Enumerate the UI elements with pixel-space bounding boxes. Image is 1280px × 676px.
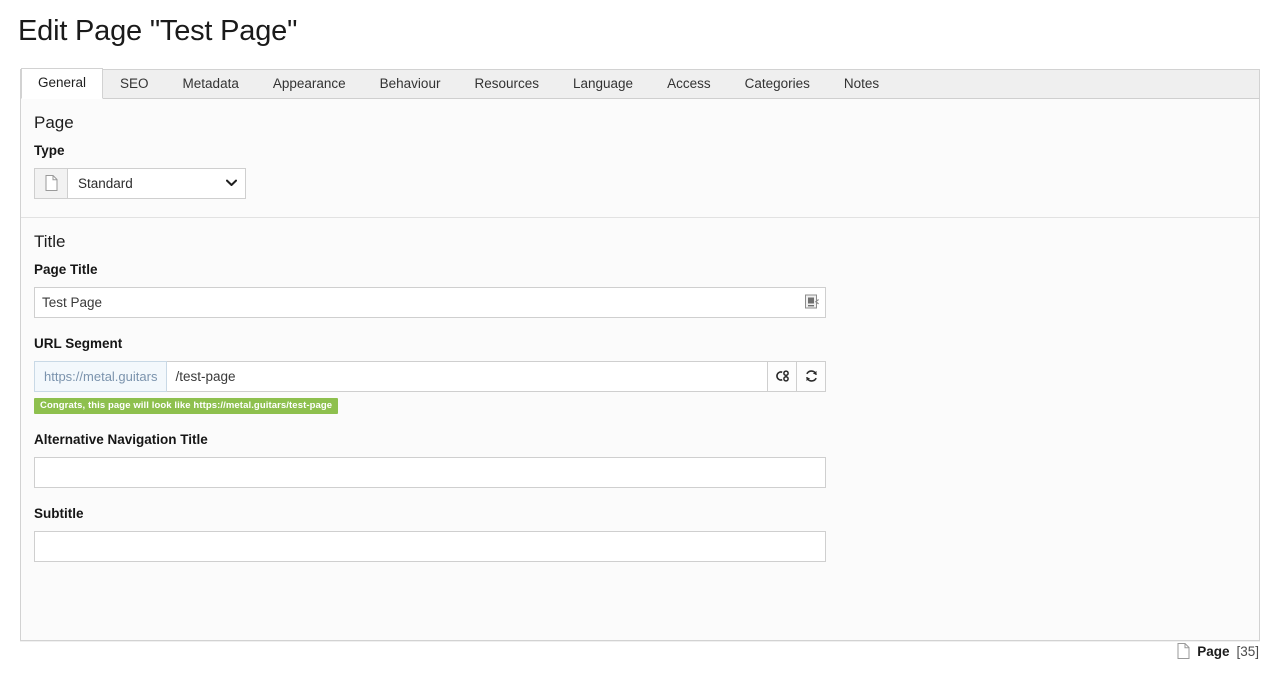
tab-appearance[interactable]: Appearance (256, 69, 363, 99)
chevron-down-icon (226, 179, 237, 187)
url-hint-badge: Congrats, this page will look like https… (34, 397, 339, 414)
tab-bar: General SEO Metadata Appearance Behaviou… (20, 67, 1260, 99)
page-title-label: Page Title (34, 261, 98, 277)
type-select-body[interactable]: Standard (68, 169, 245, 198)
general-tab-panel: Page Type Standard Title Page Title Test… (20, 98, 1260, 641)
page-title-input-wrap (34, 286, 826, 318)
footer-status: Page [35] (1177, 643, 1259, 659)
tab-resources[interactable]: Resources (457, 69, 556, 99)
tab-notes[interactable]: Notes (827, 69, 896, 99)
type-select[interactable]: Standard (34, 167, 246, 199)
page-icon (1177, 643, 1190, 659)
tab-behaviour-label: Behaviour (379, 75, 441, 91)
url-segment-row: https://metal.guitars (34, 360, 826, 392)
page-section-title: Page (34, 112, 74, 132)
tab-seo-label: SEO (120, 75, 149, 91)
tab-appearance-label: Appearance (272, 75, 346, 91)
tab-language-label: Language (572, 75, 634, 91)
url-prefix: https://metal.guitars (34, 360, 168, 392)
tab-metadata-label: Metadata (182, 75, 239, 91)
tab-categories[interactable]: Categories (728, 69, 827, 99)
field-url-segment: URL Segment https://metal.guitars /test-… (34, 336, 1246, 414)
tab-notes-label: Notes (843, 75, 880, 91)
tab-resources-label: Resources (474, 75, 539, 91)
tab-general-label: General (38, 74, 87, 90)
type-label: Type (34, 142, 65, 158)
field-alt-nav-title: Alternative Navigation Title (34, 432, 1246, 488)
field-type: Type Standard (34, 143, 1246, 199)
tab-behaviour[interactable]: Behaviour (363, 69, 458, 99)
page-title: Edit Page "Test Page" (18, 15, 298, 47)
url-segment-input[interactable] (167, 360, 768, 392)
alt-nav-title-input[interactable] (34, 456, 826, 488)
tab-access[interactable]: Access (650, 69, 728, 99)
title-section: Title Page Title URL Segment https://met… (21, 216, 1259, 580)
alt-nav-title-label: Alternative Navigation Title (34, 431, 208, 447)
tab-general[interactable]: General (21, 67, 104, 99)
tab-language[interactable]: Language (556, 69, 650, 99)
tab-access-label: Access (667, 75, 711, 91)
type-select-value: Standard (78, 175, 133, 191)
link-preview-icon[interactable] (768, 360, 797, 392)
tab-categories-label: Categories (744, 75, 810, 91)
page-section: Page Type Standard (21, 99, 1259, 217)
field-subtitle: Subtitle (34, 506, 1246, 562)
footer-id: [35] (1236, 643, 1259, 659)
subtitle-input[interactable] (34, 530, 826, 562)
url-segment-label: URL Segment (34, 335, 123, 351)
page-title-input[interactable] (34, 286, 826, 318)
subtitle-input-wrap (34, 530, 826, 562)
field-page-title: Page Title (34, 262, 1246, 318)
subtitle-label: Subtitle (34, 505, 84, 521)
alt-nav-title-input-wrap (34, 456, 826, 488)
page-icon (35, 168, 68, 198)
tab-seo[interactable]: SEO (103, 69, 166, 99)
refresh-icon[interactable] (797, 360, 826, 392)
tab-metadata[interactable]: Metadata (166, 69, 256, 99)
title-section-title: Title (34, 231, 66, 251)
footer-label: Page (1197, 643, 1230, 659)
